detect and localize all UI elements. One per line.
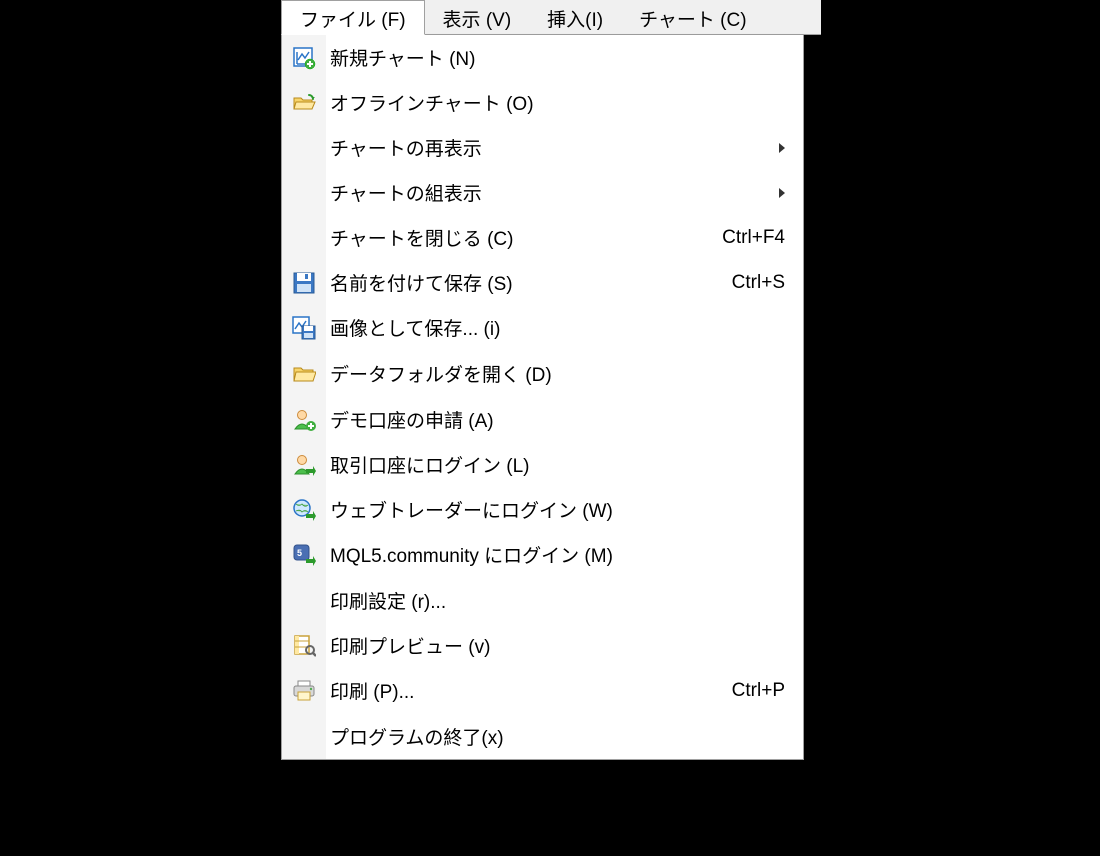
menu-close-chart-shortcut: Ctrl+F4: [722, 227, 785, 249]
menu-redisplay-chart[interactable]: チャートの再表示: [282, 125, 803, 170]
print-preview-icon: [292, 635, 316, 657]
menu-save-image-label: 画像として保存... (i): [330, 314, 500, 341]
menu-offline-chart[interactable]: オフラインチャート (O): [282, 80, 803, 125]
menu-demo-account-label: デモ口座の申請 (A): [330, 406, 494, 433]
menu-save-image[interactable]: 画像として保存... (i): [282, 305, 803, 350]
folder-icon: [292, 364, 316, 384]
file-menu-dropdown: 新規チャート (N) オフラインチャート (O): [281, 35, 804, 760]
menu-print-label: 印刷 (P)...: [330, 677, 414, 704]
save-icon: [293, 272, 315, 294]
menubar-chart-label: チャート (C): [639, 5, 746, 32]
menu-print-shortcut: Ctrl+P: [732, 680, 785, 702]
menubar: ファイル (F) 表示 (V) 挿入(I) チャート (C): [281, 0, 821, 35]
menu-redisplay-chart-label: チャートの再表示: [330, 134, 482, 161]
menu-print-setup-label: 印刷設定 (r)...: [330, 587, 446, 614]
menubar-chart[interactable]: チャート (C): [621, 0, 764, 34]
menu-close-chart-label: チャートを閉じる (C): [330, 224, 513, 251]
menu-demo-account[interactable]: デモ口座の申請 (A): [282, 397, 803, 442]
menu-print-preview-label: 印刷プレビュー (v): [330, 632, 490, 659]
folder-open-icon: [292, 92, 316, 114]
menu-chart-profiles-label: チャートの組表示: [330, 179, 482, 206]
printer-icon: [292, 680, 316, 702]
menu-print-setup[interactable]: 印刷設定 (r)...: [282, 578, 803, 623]
menu-login-account-label: 取引口座にログイン (L): [330, 451, 530, 478]
menubar-file-label: ファイル (F): [300, 5, 406, 32]
menu-open-data-folder-label: データフォルダを開く (D): [330, 360, 552, 387]
menu-login-webtrader-label: ウェブトレーダーにログイン (W): [330, 496, 613, 523]
submenu-arrow-icon: [779, 188, 785, 198]
user-login-icon: [292, 453, 316, 477]
menu-exit[interactable]: プログラムの終了(x): [282, 714, 803, 759]
mql5-login-icon: 5: [292, 543, 316, 567]
menu-close-chart[interactable]: チャートを閉じる (C) Ctrl+F4: [282, 215, 803, 260]
svg-text:5: 5: [297, 548, 302, 558]
menu-offline-chart-label: オフラインチャート (O): [330, 89, 534, 116]
menubar-view-label: 表示 (V): [443, 5, 512, 32]
submenu-arrow-icon: [779, 143, 785, 153]
menu-exit-label: プログラムの終了(x): [330, 723, 504, 750]
menubar-insert[interactable]: 挿入(I): [529, 0, 621, 34]
menu-login-mql5-label: MQL5.community にログイン (M): [330, 541, 613, 568]
menu-login-mql5[interactable]: 5 MQL5.community にログイン (M): [282, 532, 803, 577]
menu-login-webtrader[interactable]: ウェブトレーダーにログイン (W): [282, 487, 803, 532]
menubar-view[interactable]: 表示 (V): [425, 0, 530, 34]
menu-save-as[interactable]: 名前を付けて保存 (S) Ctrl+S: [282, 260, 803, 305]
menu-login-account[interactable]: 取引口座にログイン (L): [282, 442, 803, 487]
menu-chart-profiles[interactable]: チャートの組表示: [282, 170, 803, 215]
user-add-icon: [292, 408, 316, 432]
menubar-file[interactable]: ファイル (F): [281, 0, 425, 35]
menu-open-data-folder[interactable]: データフォルダを開く (D): [282, 351, 803, 396]
new-chart-icon: [292, 46, 316, 70]
menu-print[interactable]: 印刷 (P)... Ctrl+P: [282, 668, 803, 713]
menubar-insert-label: 挿入(I): [547, 5, 603, 32]
menu-new-chart[interactable]: 新規チャート (N): [282, 35, 803, 80]
menu-save-as-label: 名前を付けて保存 (S): [330, 269, 513, 296]
globe-login-icon: [292, 498, 316, 522]
menu-print-preview[interactable]: 印刷プレビュー (v): [282, 623, 803, 668]
save-image-icon: [292, 316, 316, 340]
menu-new-chart-label: 新規チャート (N): [330, 44, 475, 71]
menu-save-as-shortcut: Ctrl+S: [732, 272, 785, 294]
